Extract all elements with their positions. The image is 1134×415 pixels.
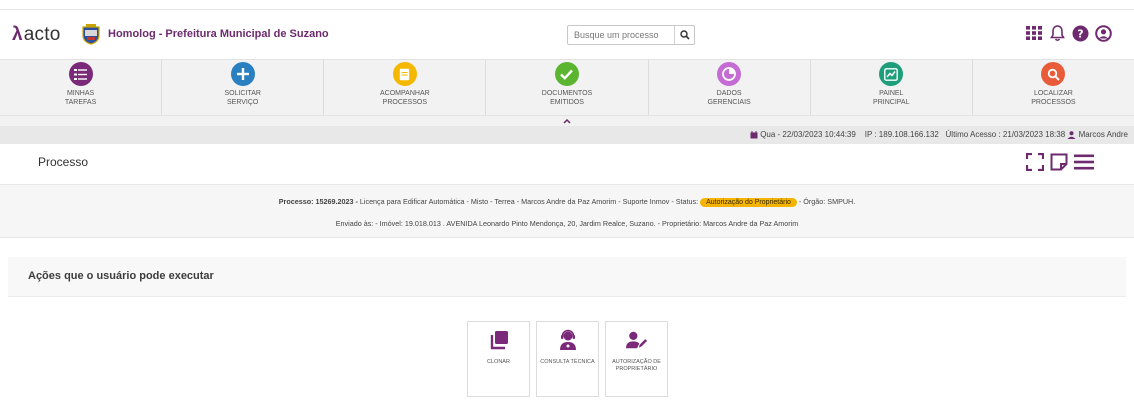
nav-solicitar-servico[interactable]: SOLICITAR SERVIÇO <box>162 60 325 115</box>
fullscreen-icon[interactable] <box>1026 153 1044 171</box>
search-icon <box>1041 62 1066 86</box>
nav-collapse-toggle[interactable] <box>0 116 1134 126</box>
magnifier-icon <box>679 30 690 40</box>
nav-acompanhar-processos[interactable]: ACOMPANHAR PROCESSOS <box>324 60 487 115</box>
nav-dados-gerenciais[interactable]: DADOS GERENCIAIS <box>649 60 811 115</box>
search-input[interactable] <box>568 26 674 44</box>
actions-title: Ações que o usuário pode executar <box>28 270 214 282</box>
chart-icon <box>879 62 904 86</box>
process-number: Processo: 15269.2023 - <box>278 197 358 206</box>
status-badge: Autorização do Proprietário <box>700 198 797 207</box>
organization-name: Homolog - Prefeitura Municipal de Suzano <box>108 28 329 40</box>
menu-icon[interactable] <box>1074 153 1094 171</box>
municipality-crest-icon <box>82 24 100 45</box>
check-icon <box>554 62 579 86</box>
bell-icon[interactable] <box>1048 24 1066 42</box>
action-cards: CLONAR CONSULTA TÉCNICA AUTORIZAÇÃO DE P… <box>467 321 668 397</box>
process-details: Enviado às: - Imóvel: 19.018.013 . AVENI… <box>335 219 799 228</box>
ip-address: IP : 189.108.166.132 <box>864 130 939 139</box>
note-icon[interactable] <box>1050 153 1068 171</box>
last-access: Último Acesso : 21/03/2023 18:38 <box>945 130 1066 139</box>
search-button[interactable] <box>674 26 694 44</box>
current-datetime: Qua - 22/03/2023 10:44:39 <box>760 130 856 139</box>
main-nav: MINHAS TAREFAS SOLICITAR SERVIÇO ACOMPANHA… <box>0 59 1134 116</box>
plus-icon <box>230 62 255 86</box>
svg-text:?: ? <box>1077 27 1083 40</box>
person-icon <box>1067 131 1076 139</box>
chevron-up-icon <box>563 118 571 124</box>
grid-icon[interactable] <box>1025 24 1043 42</box>
pie-icon <box>717 62 742 86</box>
nav-localizar-processos[interactable]: LOCALIZAR PROCESSOS <box>973 60 1134 115</box>
folder-icon <box>392 62 417 86</box>
user-name[interactable]: Marcos Andre <box>1079 126 1128 144</box>
help-icon[interactable]: ? <box>1071 24 1089 42</box>
calendar-icon <box>750 131 758 139</box>
page-toolbar <box>1026 153 1094 171</box>
search-box <box>567 25 695 45</box>
top-header: λacto Homolog - Prefeitura Municipal de … <box>0 9 1134 59</box>
process-summary: Processo: 15269.2023 - Licença para Edif… <box>0 197 1134 207</box>
user-icon[interactable] <box>1094 24 1112 42</box>
action-card-consulta-tecnica[interactable]: CONSULTA TÉCNICA <box>536 321 599 397</box>
page-title: Processo <box>38 155 89 169</box>
acto-logo[interactable]: λacto <box>12 24 61 46</box>
nav-painel-principal[interactable]: PAINEL PRINCIPAL <box>811 60 973 115</box>
action-card-autorizacao-proprietario[interactable]: AUTORIZAÇÃO DE PROPRIETÁRIO <box>605 321 668 397</box>
process-description: Licença para Edificar Automática - Misto… <box>359 197 699 206</box>
action-card-clonar[interactable]: CLONAR <box>467 321 530 397</box>
support-agent-icon <box>557 329 579 351</box>
tasks-icon <box>68 62 93 86</box>
process-orgao: - Órgão: SMPUH. <box>798 197 856 206</box>
user-edit-icon <box>625 329 648 351</box>
nav-minhas-tarefas[interactable]: MINHAS TAREFAS <box>0 60 163 115</box>
session-status-bar: Qua - 22/03/2023 10:44:39 IP : 189.108.1… <box>0 126 1134 144</box>
actions-section-header: Ações que o usuário pode executar <box>8 257 1126 297</box>
header-icons: ? <box>1025 24 1112 42</box>
process-info-panel: Processo: 15269.2023 - Licença para Edif… <box>0 184 1134 238</box>
nav-documentos-emitidos[interactable]: DOCUMENTOS EMITIDOS <box>486 60 649 115</box>
clone-icon <box>488 329 510 351</box>
